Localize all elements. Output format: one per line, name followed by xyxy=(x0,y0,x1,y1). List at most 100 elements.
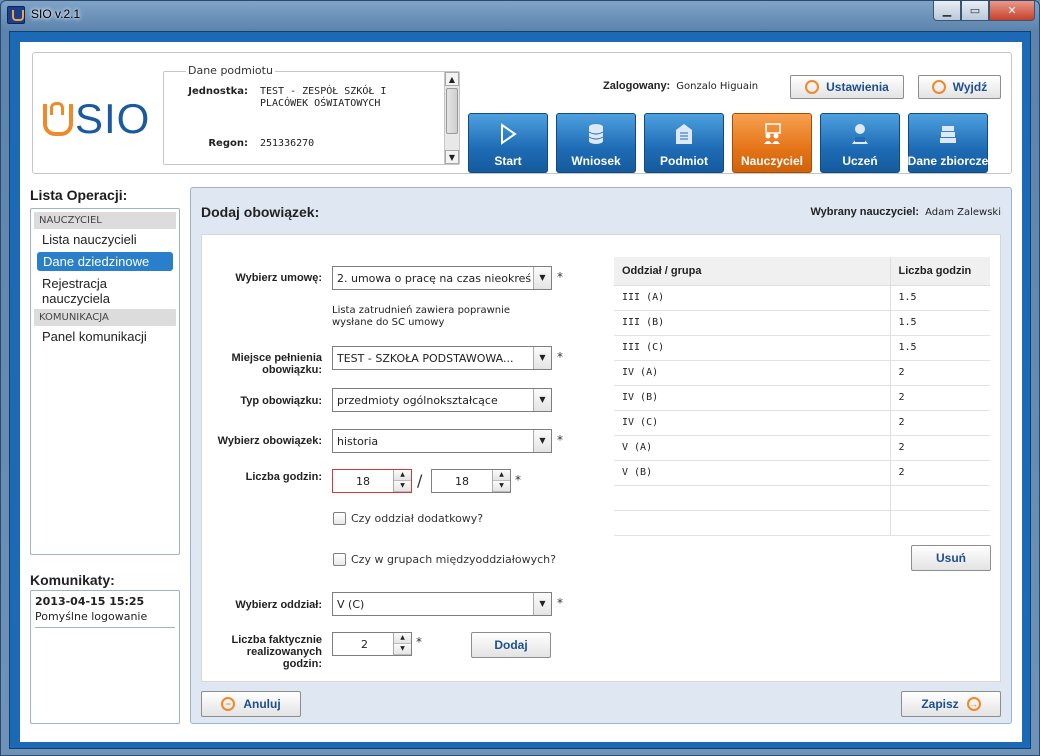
stepper-down-icon[interactable]: ▼ xyxy=(394,644,411,655)
chevron-down-icon[interactable]: ▼ xyxy=(533,593,551,615)
close-button[interactable]: ✕ xyxy=(989,1,1035,21)
table-row[interactable]: IV (A) 2 xyxy=(614,360,990,386)
remove-button[interactable]: Usuń xyxy=(911,545,991,571)
nav-start[interactable]: Start xyxy=(468,113,548,173)
contract-select[interactable]: 2. umowa o pracę na czas nieokreś ▼ xyxy=(332,266,552,290)
database-icon xyxy=(588,124,604,144)
stepper-up-icon[interactable]: ▲ xyxy=(394,470,411,481)
actual-hours-value: 2 xyxy=(361,637,368,651)
duty-value: historia xyxy=(337,434,379,448)
table-cell: III (B) xyxy=(614,310,890,336)
extra-class-checkbox[interactable]: Czy oddział dodatkowy? xyxy=(333,512,483,525)
actual-hours-label: Liczba faktycznie realizowanych godzin: xyxy=(231,634,322,670)
table-row[interactable]: IV (C) 2 xyxy=(614,410,990,436)
extra-class-label: Czy oddział dodatkowy? xyxy=(351,512,484,525)
nav-uczen[interactable]: Uczeń xyxy=(820,113,900,173)
sidebar-item-rejestracja[interactable]: Rejestracja nauczyciela xyxy=(34,273,176,309)
scroll-up-icon[interactable]: ▲ xyxy=(445,72,459,86)
regon-label: Regon: xyxy=(208,138,248,149)
operations-list: NAUCZYCIEL Lista nauczycieli Dane dziedz… xyxy=(30,208,180,555)
duty-select[interactable]: historia ▼ xyxy=(332,429,552,453)
minimize-button[interactable]: ▁ xyxy=(933,1,961,21)
contract-label: Wybierz umowę: xyxy=(235,272,322,284)
chevron-down-icon[interactable]: ▼ xyxy=(533,267,551,289)
table-cell: 1.5 xyxy=(889,310,990,336)
required-mark: * xyxy=(557,270,563,284)
maximize-button[interactable]: ▭ xyxy=(961,1,989,21)
page-title: Dodaj obowiązek: xyxy=(201,204,320,220)
table-cell: V (B) xyxy=(614,460,890,486)
nav-label: Wniosek xyxy=(571,154,621,168)
chevron-down-icon[interactable]: ▼ xyxy=(533,347,551,369)
column-header[interactable]: Oddział / grupa xyxy=(614,257,890,286)
column-header[interactable]: Liczba godzin xyxy=(889,257,990,286)
type-value: przedmioty ogólnokształcące xyxy=(337,393,498,407)
save-button[interactable]: Zapisz → xyxy=(901,691,1001,717)
entity-name-label: Jednostka: xyxy=(188,86,248,97)
hours-max-stepper[interactable]: 18 ▲ ▼ xyxy=(431,469,511,493)
duty-table: Oddział / grupa Liczba godzin III (A) 1.5… xyxy=(614,257,990,537)
hours-stepper[interactable]: 18 ▲ ▼ xyxy=(332,469,412,493)
scroll-thumb[interactable] xyxy=(446,88,458,134)
main-panel: Dodaj obowiązek: Wybrany nauczyciel: Adam… xyxy=(190,187,1012,724)
table-row[interactable]: V (B) 2 xyxy=(614,460,990,486)
table-cell xyxy=(614,485,890,511)
stepper-up-icon[interactable]: ▲ xyxy=(493,470,510,481)
table-cell: IV (C) xyxy=(614,410,890,436)
entity-legend: Dane podmiotu xyxy=(186,64,275,77)
section-komunikacja: KOMUNIKACJA xyxy=(34,309,176,326)
nav-label: Uczeń xyxy=(842,154,878,168)
add-button[interactable]: Dodaj xyxy=(471,632,551,658)
chevron-down-icon[interactable]: ▼ xyxy=(533,430,551,452)
building-icon xyxy=(676,124,692,144)
stepper-down-icon[interactable]: ▼ xyxy=(493,481,510,492)
table-header-row: Oddział / grupa Liczba godzin xyxy=(614,257,990,286)
chevron-down-icon[interactable]: ▼ xyxy=(533,389,551,411)
table-row[interactable]: V (A) 2 xyxy=(614,435,990,461)
header-panel: SIO Dane podmiotu Jednostka: TEST - ZESP… xyxy=(32,52,1012,174)
sidebar-item-dane-dziedzinowe[interactable]: Dane dziedzinowe xyxy=(37,252,173,271)
window-title: SIO v.2.1 xyxy=(31,7,81,21)
nav-wniosek[interactable]: Wniosek xyxy=(556,113,636,173)
actual-hours-stepper[interactable]: 2 ▲ ▼ xyxy=(332,632,412,656)
operations-title: Lista Operacji: xyxy=(30,187,128,203)
stepper-down-icon[interactable]: ▼ xyxy=(394,481,411,492)
entity-scrollbar[interactable]: ▲ ▼ xyxy=(444,72,459,164)
settings-button[interactable]: Ustawienia xyxy=(790,75,904,99)
duty-form: Wybierz umowę: 2. umowa o pracę na czas … xyxy=(201,234,1001,682)
logout-button[interactable]: Wyjdź xyxy=(918,75,1001,99)
table-row[interactable]: III (A) 1.5 xyxy=(614,285,990,311)
table-row[interactable]: III (B) 1.5 xyxy=(614,310,990,336)
books-icon xyxy=(940,126,956,143)
nav-dane-zbiorcze[interactable]: Dane zbiorcze xyxy=(908,113,988,173)
title-bar[interactable]: SIO v.2.1 ▁ ▭ ✕ xyxy=(1,1,1039,29)
table-row[interactable] xyxy=(614,510,990,536)
table-row[interactable] xyxy=(614,485,990,511)
class-select[interactable]: V (C) ▼ xyxy=(332,592,552,616)
table-cell: 1.5 xyxy=(889,285,990,311)
logo-mark-icon xyxy=(41,102,73,136)
table-cell: 2 xyxy=(889,360,990,386)
inter-group-checkbox[interactable]: Czy w grupach międzyoddziałowych? xyxy=(333,553,556,566)
cancel-label: Anuluj xyxy=(243,697,281,711)
table-cell: III (C) xyxy=(614,335,890,361)
place-value: TEST - SZKOŁA PODSTAWOWA... xyxy=(337,351,514,365)
message-date: 2013-04-15 15:25 xyxy=(35,595,145,608)
table-row[interactable]: III (C) 1.5 xyxy=(614,335,990,361)
cancel-button[interactable]: − Anuluj xyxy=(201,691,301,717)
stepper-up-icon[interactable]: ▲ xyxy=(394,633,411,644)
checkbox-box[interactable] xyxy=(333,553,346,566)
regon-value: 251336270 xyxy=(260,138,315,149)
sidebar-item-panel-komunikacji[interactable]: Panel komunikacji xyxy=(34,326,176,347)
place-select[interactable]: TEST - SZKOŁA PODSTAWOWA... ▼ xyxy=(332,346,552,370)
nav-nauczyciel[interactable]: Nauczyciel xyxy=(732,113,812,173)
scroll-down-icon[interactable]: ▼ xyxy=(445,150,459,164)
table-cell: V (A) xyxy=(614,435,890,461)
nav-podmiot[interactable]: Podmiot xyxy=(644,113,724,173)
table-row[interactable]: IV (B) 2 xyxy=(614,385,990,411)
checkbox-box[interactable] xyxy=(333,512,346,525)
hours-value: 18 xyxy=(356,474,370,488)
hours-separator: / xyxy=(417,471,423,490)
type-select[interactable]: przedmioty ogólnokształcące ▼ xyxy=(332,388,552,412)
sidebar-item-lista-nauczycieli[interactable]: Lista nauczycieli xyxy=(34,229,176,250)
